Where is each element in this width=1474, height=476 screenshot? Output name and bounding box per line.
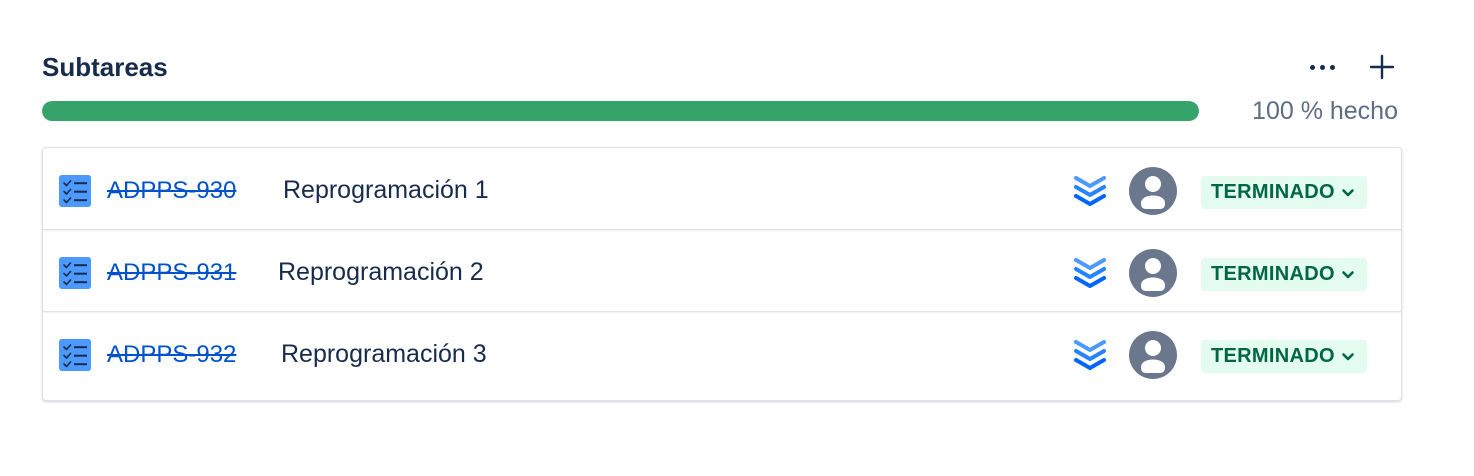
more-horizontal-icon: [1309, 64, 1335, 70]
status-dropdown[interactable]: TERMINADO: [1201, 258, 1367, 291]
chevron-down-icon: [1342, 188, 1354, 196]
status-label: TERMINADO: [1211, 345, 1335, 367]
subtask-type-icon: [59, 175, 91, 207]
progress-bar: [42, 101, 1199, 121]
subtask-row[interactable]: ADPPS-930 Reprogramación 1 TERMINADO: [43, 148, 1401, 230]
section-title: Subtareas: [42, 52, 168, 82]
chevron-down-icon: [1342, 270, 1354, 278]
subtask-key-link[interactable]: ADPPS-932: [107, 340, 236, 370]
progress-label: 100 % hecho: [1252, 97, 1398, 125]
avatar-icon[interactable]: [1129, 249, 1177, 297]
priority-lowest-icon: [1074, 258, 1106, 288]
subtask-list: ADPPS-930 Reprogramación 1 TERMINADO ADP…: [42, 147, 1402, 401]
subtasks-panel: Subtareas 100 % hecho ADPPS-930 Reprogra…: [42, 0, 1402, 476]
chevron-down-icon: [1342, 352, 1354, 360]
status-label: TERMINADO: [1211, 181, 1335, 203]
subtask-summary[interactable]: Reprogramación 2: [278, 257, 484, 287]
priority-lowest-icon: [1074, 176, 1106, 206]
more-options-button[interactable]: [1302, 50, 1342, 84]
priority-lowest-icon: [1074, 340, 1106, 370]
avatar-icon[interactable]: [1129, 167, 1177, 215]
status-label: TERMINADO: [1211, 263, 1335, 285]
subtask-summary[interactable]: Reprogramación 3: [281, 339, 487, 369]
header-actions: [1282, 50, 1402, 84]
add-subtask-button[interactable]: [1362, 50, 1402, 84]
subtask-key-link[interactable]: ADPPS-931: [107, 258, 236, 288]
subtask-type-icon: [59, 257, 91, 289]
status-dropdown[interactable]: TERMINADO: [1201, 340, 1367, 373]
subtask-summary[interactable]: Reprogramación 1: [283, 175, 489, 205]
progress-fill: [42, 101, 1199, 121]
avatar-icon[interactable]: [1129, 331, 1177, 379]
progress-row: 100 % hecho: [42, 96, 1402, 126]
status-dropdown[interactable]: TERMINADO: [1201, 176, 1367, 209]
subtask-type-icon: [59, 339, 91, 371]
subtask-key-link[interactable]: ADPPS-930: [107, 176, 236, 206]
subtasks-header: Subtareas: [42, 50, 1402, 84]
subtask-row[interactable]: ADPPS-932 Reprogramación 3 TERMINADO: [43, 312, 1401, 393]
subtask-row[interactable]: ADPPS-931 Reprogramación 2 TERMINADO: [43, 230, 1401, 312]
plus-icon: [1369, 54, 1395, 80]
